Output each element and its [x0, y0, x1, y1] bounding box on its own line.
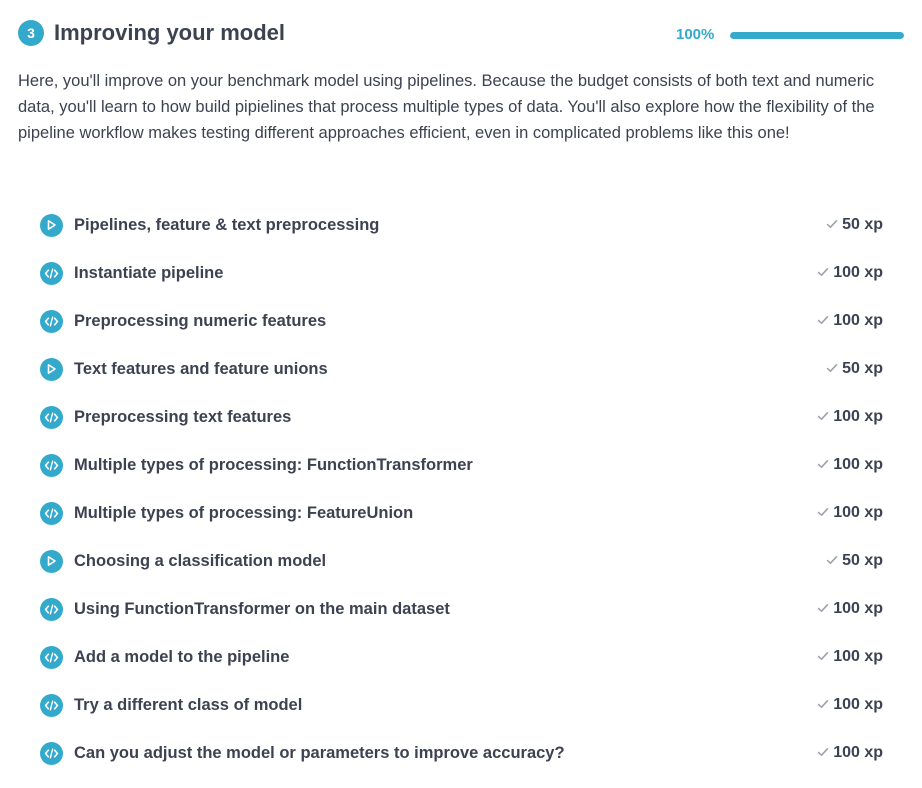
exercise-xp: 100 xp	[817, 408, 883, 426]
checkmark-icon	[817, 744, 829, 762]
checkmark-icon	[817, 456, 829, 474]
exercise-xp: 50 xp	[826, 360, 883, 378]
checkmark-icon	[817, 504, 829, 522]
exercise-item[interactable]: Preprocessing text features 100 xp	[40, 393, 883, 441]
exercise-xp-value: 100 xp	[833, 744, 883, 761]
exercise-list: Pipelines, feature & text preprocessing 5…	[40, 201, 883, 777]
chapter-card: 3 Improving your model 100% Here, you'll…	[0, 0, 922, 788]
checkmark-icon	[817, 264, 829, 282]
code-icon	[40, 501, 63, 525]
exercise-xp: 50 xp	[826, 216, 883, 234]
exercise-item[interactable]: Pipelines, feature & text preprocessing 5…	[40, 201, 883, 249]
code-icon	[40, 405, 63, 429]
progress-percent: 100%	[676, 26, 715, 43]
exercise-xp: 100 xp	[817, 456, 883, 474]
exercise-xp-value: 50 xp	[842, 360, 883, 377]
exercise-xp-value: 100 xp	[833, 312, 883, 329]
exercise-title[interactable]: Preprocessing text features	[74, 408, 817, 427]
exercise-item[interactable]: Text features and feature unions 50 xp	[40, 345, 883, 393]
chapter-description: Here, you'll improve on your benchmark m…	[18, 72, 875, 142]
code-icon	[40, 645, 63, 669]
progress-bar	[730, 32, 904, 39]
exercise-item[interactable]: Choosing a classification model 50 xp	[40, 537, 883, 585]
play-icon	[40, 549, 63, 573]
code-icon	[40, 309, 63, 333]
exercise-xp-value: 100 xp	[833, 504, 883, 521]
exercise-item[interactable]: Try a different class of model 100 xp	[40, 681, 883, 729]
play-icon	[40, 213, 63, 237]
code-icon	[40, 597, 63, 621]
exercise-item[interactable]: Add a model to the pipeline 100 xp	[40, 633, 883, 681]
exercise-title[interactable]: Instantiate pipeline	[74, 264, 817, 283]
checkmark-icon	[826, 552, 838, 570]
code-icon	[40, 693, 63, 717]
exercise-xp: 50 xp	[826, 552, 883, 570]
checkmark-icon	[817, 312, 829, 330]
exercise-item[interactable]: Can you adjust the model or parameters t…	[40, 729, 883, 777]
code-icon	[40, 261, 63, 285]
exercise-xp: 100 xp	[817, 504, 883, 522]
exercise-xp: 100 xp	[817, 600, 883, 618]
exercise-xp: 100 xp	[817, 648, 883, 666]
checkmark-icon	[817, 408, 829, 426]
exercise-title[interactable]: Add a model to the pipeline	[74, 648, 817, 667]
exercise-title[interactable]: Try a different class of model	[74, 696, 817, 715]
exercise-xp-value: 50 xp	[842, 216, 883, 233]
exercise-xp: 100 xp	[817, 696, 883, 714]
exercise-xp-value: 100 xp	[833, 648, 883, 665]
exercise-title[interactable]: Preprocessing numeric features	[74, 312, 817, 331]
code-icon	[40, 453, 63, 477]
exercise-title[interactable]: Multiple types of processing: FeatureUni…	[74, 504, 817, 523]
exercise-xp: 100 xp	[817, 264, 883, 282]
exercise-item[interactable]: Instantiate pipeline 100 xp	[40, 249, 883, 297]
chapter-number-badge: 3	[18, 20, 44, 46]
exercise-xp: 100 xp	[817, 744, 883, 762]
exercise-xp-value: 100 xp	[833, 696, 883, 713]
exercise-title[interactable]: Using FunctionTransformer on the main da…	[74, 600, 817, 619]
progress-bar-fill	[730, 32, 904, 39]
exercise-title[interactable]: Choosing a classification model	[74, 552, 826, 571]
exercise-title[interactable]: Pipelines, feature & text preprocessing	[74, 216, 826, 235]
checkmark-icon	[826, 216, 838, 234]
exercise-item[interactable]: Multiple types of processing: FunctionTr…	[40, 441, 883, 489]
exercise-xp-value: 50 xp	[842, 552, 883, 569]
exercise-xp-value: 100 xp	[833, 456, 883, 473]
exercise-item[interactable]: Multiple types of processing: FeatureUni…	[40, 489, 883, 537]
exercise-title[interactable]: Can you adjust the model or parameters t…	[74, 744, 817, 763]
code-icon	[40, 741, 63, 765]
chapter-header: 3 Improving your model 100%	[18, 17, 904, 49]
chapter-title[interactable]: Improving your model	[54, 17, 285, 49]
exercise-xp: 100 xp	[817, 312, 883, 330]
play-icon	[40, 357, 63, 381]
exercise-xp-value: 100 xp	[833, 600, 883, 617]
checkmark-icon	[826, 360, 838, 378]
exercise-title[interactable]: Multiple types of processing: FunctionTr…	[74, 456, 817, 475]
checkmark-icon	[817, 600, 829, 618]
exercise-xp-value: 100 xp	[833, 408, 883, 425]
checkmark-icon	[817, 696, 829, 714]
exercise-item[interactable]: Using FunctionTransformer on the main da…	[40, 585, 883, 633]
exercise-xp-value: 100 xp	[833, 264, 883, 281]
chapter-progress: 100%	[676, 25, 904, 45]
checkmark-icon	[817, 648, 829, 666]
exercise-item[interactable]: Preprocessing numeric features 100 xp	[40, 297, 883, 345]
exercise-title[interactable]: Text features and feature unions	[74, 360, 826, 379]
